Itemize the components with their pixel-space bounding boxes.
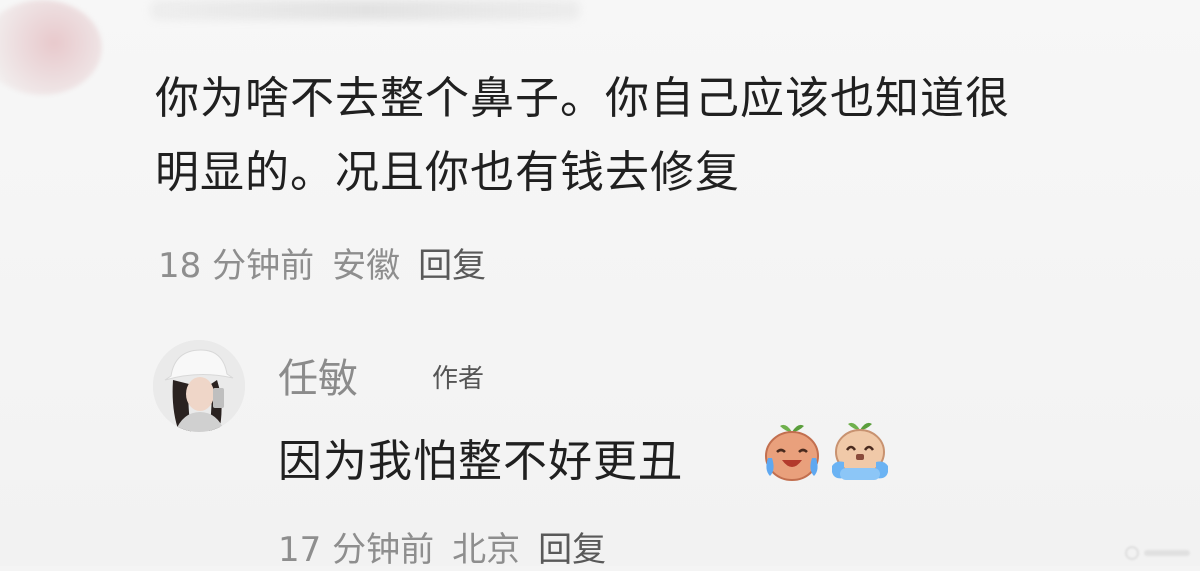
watermark-icon — [1125, 546, 1190, 560]
comment-time: 18 分钟前 — [158, 246, 315, 286]
comment-location: 安徽 — [332, 246, 401, 286]
comment-meta: 18 分钟前 安徽 回复 — [158, 238, 504, 287]
commenter-avatar[interactable] — [0, 0, 102, 95]
comment-body: 你为啥不去整个鼻子。你自己应该也知道很 明显的。况且你也有钱去修复 — [155, 62, 1195, 210]
comment-thread: 你为啥不去整个鼻子。你自己应该也知道很 明显的。况且你也有钱去修复 18 分钟前… — [0, 0, 1200, 570]
reply-button[interactable]: 回复 — [538, 530, 606, 570]
laughing-crying-emoji-icon — [760, 420, 824, 484]
blurred-username — [150, 0, 580, 20]
author-name[interactable]: 任敏 — [278, 346, 358, 404]
reply-location: 北京 — [452, 530, 521, 570]
avatar-photo — [153, 340, 245, 432]
reply-button[interactable]: 回复 — [418, 246, 486, 286]
author-badge: 作者 — [432, 364, 485, 394]
comment-line: 你为啥不去整个鼻子。你自己应该也知道很 — [155, 73, 1010, 124]
comment-line: 明显的。况且你也有钱去修复 — [155, 147, 740, 198]
reply-body: 因为我怕整不好更丑 — [278, 436, 683, 487]
crying-emoji-icon — [828, 420, 892, 484]
reply-time: 17 分钟前 — [278, 530, 435, 570]
author-avatar[interactable] — [153, 340, 245, 432]
reply-meta: 17 分钟前 北京 回复 — [278, 522, 624, 571]
